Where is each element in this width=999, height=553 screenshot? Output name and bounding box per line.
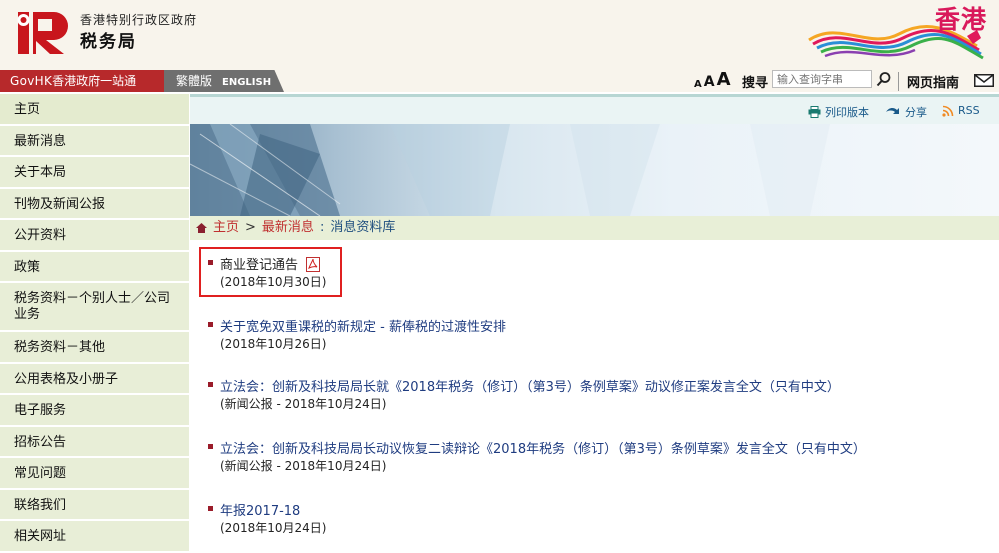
- ird-logo-icon[interactable]: [16, 8, 72, 58]
- sidebar-item-about-us[interactable]: 关于本局: [0, 157, 189, 189]
- bullet-icon: [208, 382, 213, 387]
- news-title-link[interactable]: 关于宽免双重课税的新规定 - 薪俸税的过渡性安排: [220, 316, 506, 335]
- sidebar-item-tax-individuals-business[interactable]: 税务资料－个别人士／公司业务: [0, 283, 189, 332]
- rss-label: RSS: [958, 104, 980, 117]
- breadcrumb-home-link[interactable]: 主页: [213, 216, 239, 240]
- revenue-tower-banner-icon: [190, 124, 830, 216]
- sidebar-item-related-links[interactable]: 相关网址: [0, 521, 189, 553]
- bullet-icon: [208, 444, 213, 449]
- sidebar-item-contact-us[interactable]: 联络我们: [0, 489, 189, 521]
- font-size-controls: A A A: [694, 68, 731, 90]
- highlight-annotation-box: [199, 247, 342, 297]
- news-title-link[interactable]: 立法会：创新及科技局局长动议恢复二读辩论《2018年税务（修订）（第3号）条例草…: [220, 438, 866, 457]
- govhk-prefix: GovHK: [10, 74, 53, 88]
- page-toolbar: 列印版本 分享 RSS: [190, 94, 999, 124]
- sidebar-item-publications[interactable]: 刊物及新闻公报: [0, 188, 189, 220]
- rss-link[interactable]: RSS: [942, 104, 980, 117]
- mail-icon[interactable]: [974, 74, 994, 87]
- share-label: 分享: [905, 106, 927, 119]
- news-date: (新闻公报 - 2018年10月24日): [220, 459, 387, 473]
- sidebar-item-whats-new[interactable]: 最新消息: [0, 125, 189, 157]
- sidebar-item-e-services[interactable]: 电子服务: [0, 395, 189, 427]
- font-size-large-button[interactable]: A: [717, 69, 731, 90]
- rss-icon: [942, 105, 954, 117]
- govhk-label: 香港政府一站通: [52, 74, 137, 88]
- breadcrumb-separator: >: [245, 220, 256, 235]
- breadcrumb-current: 消息资料库: [330, 220, 396, 235]
- sidebar-item-tax-others[interactable]: 税务资料－其他: [0, 332, 189, 364]
- sidebar-item-public-information[interactable]: 公开资料: [0, 220, 189, 252]
- bullet-icon: [208, 506, 213, 511]
- sitemap-link[interactable]: 网页指南: [898, 72, 959, 91]
- top-utility-bar: GovHK香港政府一站通 繁體版 ENGLISH A A A 搜寻 网页指南: [0, 68, 999, 92]
- search-input[interactable]: [772, 70, 872, 88]
- news-date: (2018年10月26日): [220, 337, 327, 351]
- bullet-icon: [208, 322, 213, 327]
- home-icon: [196, 223, 207, 233]
- site-header: 香港特别行政区政府 税务局 香港: [0, 0, 999, 68]
- print-version-link[interactable]: 列印版本: [808, 104, 869, 120]
- sidebar-item-home[interactable]: 主页: [0, 94, 189, 126]
- news-title-link[interactable]: 立法会：创新及科技局局长就《2018年税务（修订）（第3号）条例草案》动议修正案…: [220, 376, 840, 395]
- government-name: 香港特别行政区政府: [80, 13, 198, 27]
- english-link[interactable]: ENGLISH: [222, 77, 271, 88]
- sidebar-item-forms-booklets[interactable]: 公用表格及小册子: [0, 363, 189, 395]
- news-title-link[interactable]: 年报2017-18: [220, 500, 300, 519]
- printer-icon: [808, 106, 821, 118]
- department-name: 税务局: [80, 32, 137, 52]
- search-label: 搜寻: [742, 76, 769, 91]
- breadcrumb-colon: :: [319, 220, 325, 235]
- breadcrumb-whats-new-link[interactable]: 最新消息: [262, 216, 314, 240]
- sidebar-nav: 主页 最新消息 关于本局 刊物及新闻公报 公开资料 政策 税务资料－个别人士／公…: [0, 94, 189, 553]
- page-banner-image: [190, 124, 999, 216]
- breadcrumb: 主页 > 最新消息 : 消息资料库: [190, 216, 999, 240]
- share-link[interactable]: 分享: [885, 104, 927, 120]
- font-size-small-button[interactable]: A: [694, 79, 702, 90]
- govhk-link[interactable]: GovHK香港政府一站通: [0, 70, 164, 92]
- news-date: (2018年10月24日): [220, 521, 327, 535]
- news-date: (新闻公报 - 2018年10月24日): [220, 397, 387, 411]
- language-switcher: 繁體版 ENGLISH: [164, 70, 284, 92]
- search-icon[interactable]: [876, 71, 892, 87]
- sidebar-item-faq[interactable]: 常见问题: [0, 458, 189, 490]
- sidebar-item-tenders[interactable]: 招标公告: [0, 426, 189, 458]
- traditional-chinese-link[interactable]: 繁體版: [176, 74, 212, 88]
- print-label: 列印版本: [825, 106, 869, 119]
- share-icon: [886, 107, 899, 114]
- font-size-medium-button[interactable]: A: [704, 74, 715, 90]
- sidebar-item-policy[interactable]: 政策: [0, 251, 189, 283]
- brand-hk-text: 香港: [934, 5, 987, 34]
